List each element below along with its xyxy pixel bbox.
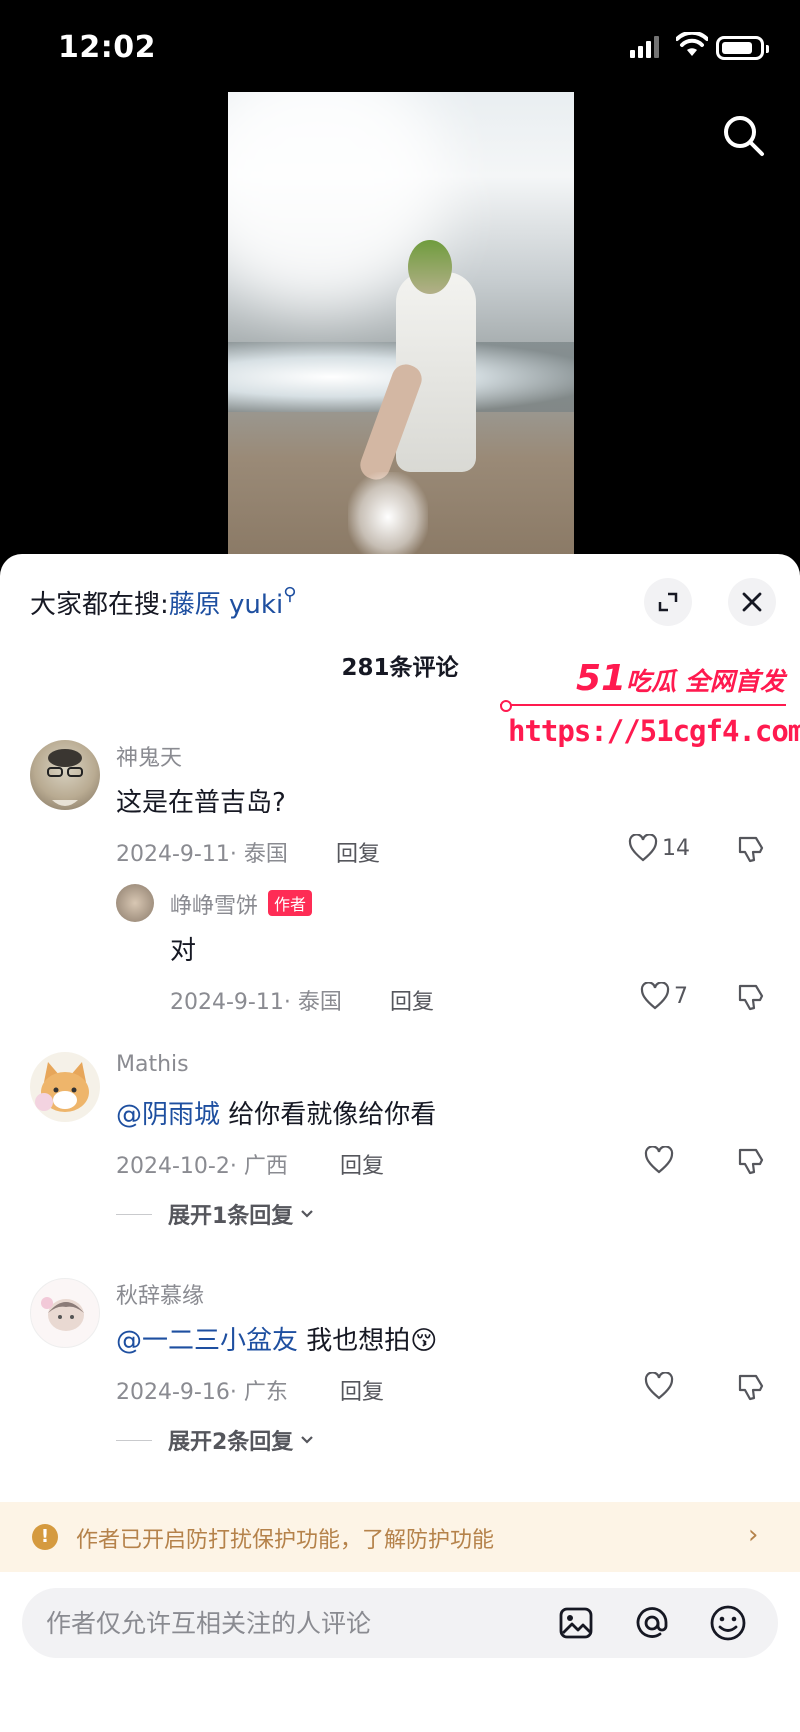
like-button[interactable]: [644, 1372, 674, 1400]
status-time: 12:02: [58, 30, 156, 65]
comment-date-location: 2024-9-11· 泰国: [116, 842, 288, 867]
wifi-icon: [676, 32, 708, 56]
expand-replies-label: 展开1条回复: [168, 1204, 294, 1229]
reply-text: 对: [170, 936, 197, 966]
dislike-icon[interactable]: [736, 982, 766, 1012]
mention-link[interactable]: @阴雨城: [116, 1100, 220, 1130]
comment-date-location: 2024-9-16· 广东: [116, 1380, 288, 1405]
comment-username[interactable]: 神鬼天: [116, 740, 182, 772]
like-button[interactable]: [644, 1146, 674, 1174]
emoji: 😚: [410, 1326, 438, 1356]
avatar[interactable]: [30, 1052, 100, 1122]
like-button[interactable]: 7: [640, 982, 688, 1010]
reply-avatar[interactable]: [116, 884, 154, 922]
reply-username-row: 峥峥雪饼 作者: [170, 888, 313, 920]
hot-search-prefix: 大家都在搜:: [30, 590, 169, 620]
chevron-down-icon: [301, 1210, 314, 1218]
cellular-signal-icon: [630, 36, 662, 58]
comment-date-location: 2024-10-2· 广西: [116, 1154, 288, 1179]
avatar-fox-icon: [35, 1062, 89, 1112]
like-button[interactable]: 14: [628, 834, 690, 862]
heart-icon: [640, 982, 670, 1010]
chevron-down-icon: [301, 1436, 314, 1444]
video-hand: [348, 472, 428, 562]
expand-replies-label: 展开2条回复: [168, 1430, 294, 1455]
watermark-line: [500, 700, 786, 712]
dislike-icon[interactable]: [736, 1146, 766, 1176]
hot-search-magnifier-icon: ⚲: [283, 584, 297, 605]
avatar-character-icon: [41, 1297, 84, 1331]
reply-button[interactable]: 回复: [340, 1374, 384, 1406]
heart-icon: [628, 834, 658, 862]
comment-username[interactable]: 秋辞慕缘: [116, 1278, 204, 1310]
comment-text: 这是在普吉岛?: [116, 788, 286, 818]
hot-search-keyword[interactable]: 藤原 yuki: [169, 590, 283, 620]
comment-sheet: 大家都在搜:藤原 yuki⚲ 281条评论 51吃瓜 全网首发 https://…: [0, 554, 800, 1732]
comment-input-bar: [22, 1588, 778, 1658]
dislike-icon[interactable]: [736, 1372, 766, 1402]
close-icon: [742, 592, 762, 612]
heart-icon: [644, 1146, 674, 1174]
reply-date-location: 2024-9-11· 泰国: [170, 990, 342, 1015]
watermark-brand: 51吃瓜 全网首发: [576, 658, 785, 699]
expand-sheet-button[interactable]: [644, 578, 692, 626]
expand-replies-button[interactable]: 展开1条回复: [116, 1198, 317, 1230]
reply-button[interactable]: 回复: [336, 836, 380, 868]
like-count: 14: [662, 835, 690, 861]
emoji-smile-icon[interactable]: [708, 1603, 748, 1643]
expand-icon: [658, 592, 678, 612]
image-icon[interactable]: [556, 1603, 596, 1643]
video-person-head: [408, 240, 452, 294]
expand-replies-button[interactable]: 展开2条回复: [116, 1424, 317, 1456]
heart-icon: [644, 1372, 674, 1400]
expand-divider: [116, 1213, 152, 1215]
avatar-face-icon: [47, 749, 83, 806]
comment-username[interactable]: Mathis: [116, 1052, 189, 1077]
chevron-right-icon: ›: [748, 1520, 759, 1550]
hot-search[interactable]: 大家都在搜:藤原 yuki⚲: [30, 584, 296, 621]
warning-icon: !: [32, 1524, 58, 1550]
battery-icon: [716, 36, 769, 60]
status-bar: 12:02: [0, 0, 800, 90]
like-count: 7: [674, 983, 688, 1009]
comment-body: 我也想拍: [298, 1326, 411, 1356]
watermark-url: https://51cgf4.com: [508, 714, 800, 748]
close-button[interactable]: [728, 578, 776, 626]
comment-body: 给你看就像给你看: [220, 1100, 437, 1130]
reply-username[interactable]: 峥峥雪饼: [170, 894, 258, 919]
video-player[interactable]: [228, 92, 574, 562]
mention-at-icon[interactable]: [632, 1603, 672, 1643]
watermark-brand-num: 51: [576, 658, 627, 699]
avatar[interactable]: [30, 740, 100, 810]
comment-input[interactable]: [46, 1600, 546, 1646]
author-badge: 作者: [268, 890, 313, 916]
search-icon[interactable]: [720, 112, 766, 158]
mention-link[interactable]: @一二三小盆友: [116, 1326, 298, 1356]
expand-divider: [116, 1439, 152, 1441]
comment-text: @阴雨城 给你看就像给你看: [116, 1094, 436, 1131]
protection-notice[interactable]: ! 作者已开启防打扰保护功能，了解防护功能 ›: [0, 1502, 800, 1572]
comment-text: @一二三小盆友 我也想拍😚: [116, 1320, 437, 1357]
reply-button[interactable]: 回复: [390, 984, 434, 1016]
watermark: 51吃瓜 全网首发 https://51cgf4.com: [496, 658, 800, 758]
avatar[interactable]: [30, 1278, 100, 1348]
dislike-icon[interactable]: [736, 834, 766, 864]
protection-notice-text: 作者已开启防打扰保护功能，了解防护功能: [76, 1528, 495, 1553]
reply-button[interactable]: 回复: [340, 1148, 384, 1180]
watermark-brand-text: 吃瓜 全网首发: [626, 667, 785, 696]
